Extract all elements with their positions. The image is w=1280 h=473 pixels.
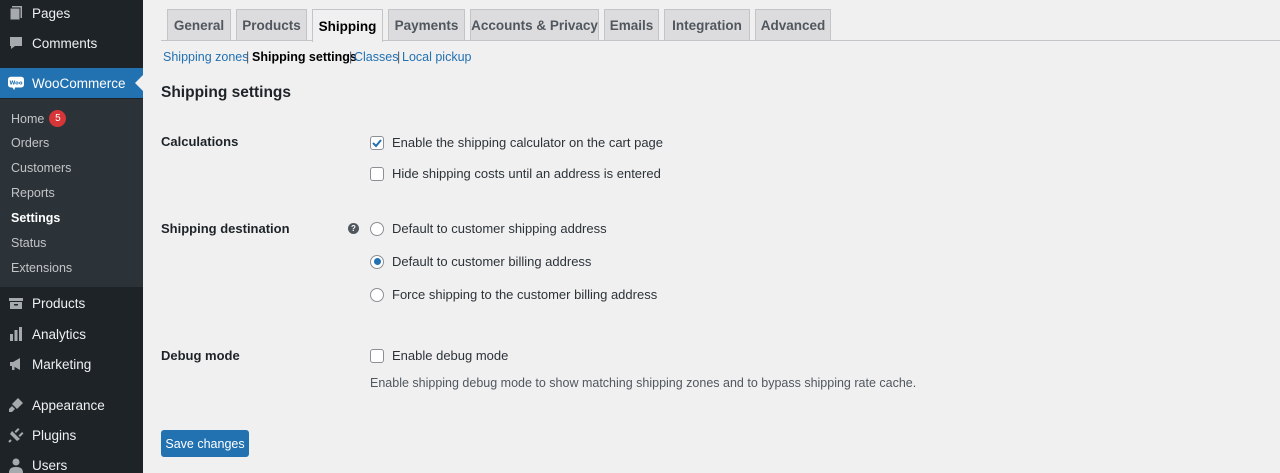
tab-accounts-privacy[interactable]: Accounts & Privacy bbox=[470, 9, 599, 41]
menu-item-pages[interactable]: Pages bbox=[0, 0, 143, 28]
submenu-label: Reports bbox=[11, 186, 55, 200]
submenu-label: Home bbox=[11, 111, 45, 126]
calculations-label: Calculations bbox=[161, 134, 239, 149]
submenu-label: Customers bbox=[11, 161, 72, 175]
menu-label: Analytics bbox=[32, 326, 87, 342]
debug-mode-option[interactable]: Enable debug mode bbox=[370, 348, 508, 363]
menu-label: Pages bbox=[32, 5, 71, 21]
destination-billing-address-option[interactable]: Default to customer billing address bbox=[370, 254, 591, 269]
subnav-separator: | bbox=[397, 50, 401, 64]
menu-label: Marketing bbox=[32, 356, 92, 372]
pages-icon bbox=[8, 5, 24, 21]
woocommerce-icon: Woo bbox=[8, 75, 24, 91]
option-label: Default to customer billing address bbox=[392, 254, 592, 269]
shipping-calculator-checkbox[interactable] bbox=[370, 135, 384, 150]
marketing-icon bbox=[8, 356, 24, 372]
tab-emails[interactable]: Emails bbox=[604, 9, 659, 41]
debug-mode-label: Debug mode bbox=[161, 348, 240, 363]
menu-item-comments[interactable]: Comments bbox=[0, 28, 143, 58]
notification-badge: 5 bbox=[49, 110, 67, 127]
tab-products[interactable]: Products bbox=[236, 9, 307, 41]
menu-item-users[interactable]: Users bbox=[0, 450, 143, 473]
save-changes-button[interactable]: Save changes bbox=[161, 430, 249, 457]
radio-selected-dot bbox=[373, 258, 381, 265]
submenu-label: Status bbox=[11, 236, 47, 250]
destination-force-billing-option[interactable]: Force shipping to the customer billing a… bbox=[370, 287, 657, 302]
submenu-label: Settings bbox=[11, 211, 61, 225]
tab-payments[interactable]: Payments bbox=[388, 9, 465, 41]
menu-label: Comments bbox=[32, 35, 98, 51]
debug-mode-description: Enable shipping debug mode to show match… bbox=[370, 376, 917, 390]
page-title: Shipping settings bbox=[161, 84, 292, 101]
menu-label: WooCommerce bbox=[32, 75, 126, 91]
tab-integration[interactable]: Integration bbox=[664, 9, 750, 41]
tab-general[interactable]: General bbox=[167, 9, 231, 41]
hide-costs-option[interactable]: Hide shipping costs until an address is … bbox=[370, 166, 661, 181]
submenu-item-status[interactable]: Status bbox=[11, 236, 46, 250]
debug-mode-checkbox[interactable] bbox=[370, 348, 384, 363]
tab-advanced[interactable]: Advanced bbox=[755, 9, 831, 41]
submenu-item-extensions[interactable]: Extensions bbox=[11, 261, 72, 275]
menu-label: Appearance bbox=[32, 397, 105, 413]
menu-label: Plugins bbox=[32, 427, 77, 443]
menu-item-marketing[interactable]: Marketing bbox=[0, 349, 143, 379]
svg-text:Woo: Woo bbox=[9, 80, 22, 86]
menu-item-woocommerce[interactable]: Woo WooCommerce bbox=[0, 68, 143, 98]
option-label: Enable the shipping calculator on the ca… bbox=[392, 135, 664, 150]
destination-billing-radio[interactable] bbox=[370, 254, 384, 269]
submenu-item-orders[interactable]: Orders bbox=[11, 136, 49, 150]
products-icon bbox=[8, 295, 24, 311]
destination-shipping-radio[interactable] bbox=[370, 221, 384, 236]
option-label: Default to customer shipping address bbox=[392, 221, 607, 236]
tab-shipping[interactable]: Shipping bbox=[312, 9, 383, 42]
subnav-shipping-settings[interactable]: Shipping settings bbox=[252, 50, 357, 64]
option-label: Enable debug mode bbox=[392, 348, 509, 363]
destination-shipping-address-option[interactable]: Default to customer shipping address bbox=[370, 221, 607, 236]
comments-icon bbox=[8, 35, 24, 51]
subnav-classes[interactable]: Classes bbox=[354, 50, 398, 64]
woocommerce-submenu: Home 5 Orders Customers Reports Settings… bbox=[0, 99, 143, 287]
menu-item-appearance[interactable]: Appearance bbox=[0, 390, 143, 420]
subnav-local-pickup[interactable]: Local pickup bbox=[402, 50, 472, 64]
submenu-item-settings[interactable]: Settings bbox=[11, 211, 60, 225]
plugins-icon bbox=[8, 427, 24, 443]
menu-item-products[interactable]: Products bbox=[0, 288, 143, 318]
checkmark-icon bbox=[372, 138, 382, 147]
option-label: Hide shipping costs until an address is … bbox=[392, 166, 661, 181]
help-icon[interactable]: ? bbox=[348, 223, 359, 234]
admin-sidebar: Pages Comments Woo WooCommerce Home 5 Or… bbox=[0, 0, 143, 473]
submenu-item-reports[interactable]: Reports bbox=[11, 186, 55, 200]
users-icon bbox=[8, 457, 24, 473]
submenu-item-home[interactable]: Home 5 bbox=[11, 110, 67, 127]
hide-costs-checkbox[interactable] bbox=[370, 166, 384, 181]
menu-item-analytics[interactable]: Analytics bbox=[0, 319, 143, 349]
appearance-icon bbox=[8, 397, 24, 413]
submenu-label: Extensions bbox=[11, 261, 73, 275]
analytics-icon bbox=[8, 326, 24, 342]
destination-force-billing-radio[interactable] bbox=[370, 287, 384, 302]
menu-label: Products bbox=[32, 295, 86, 311]
menu-item-plugins[interactable]: Plugins bbox=[0, 420, 143, 450]
subnav-separator: | bbox=[349, 50, 353, 64]
submenu-label: Orders bbox=[11, 136, 50, 150]
shipping-destination-label: Shipping destination bbox=[161, 221, 290, 236]
subnav-separator: | bbox=[246, 50, 250, 64]
option-label: Force shipping to the customer billing a… bbox=[392, 287, 658, 302]
shipping-calculator-option[interactable]: Enable the shipping calculator on the ca… bbox=[370, 135, 663, 150]
submenu-item-customers[interactable]: Customers bbox=[11, 161, 71, 175]
subnav-shipping-zones[interactable]: Shipping zones bbox=[163, 50, 248, 64]
menu-label: Users bbox=[32, 457, 68, 473]
